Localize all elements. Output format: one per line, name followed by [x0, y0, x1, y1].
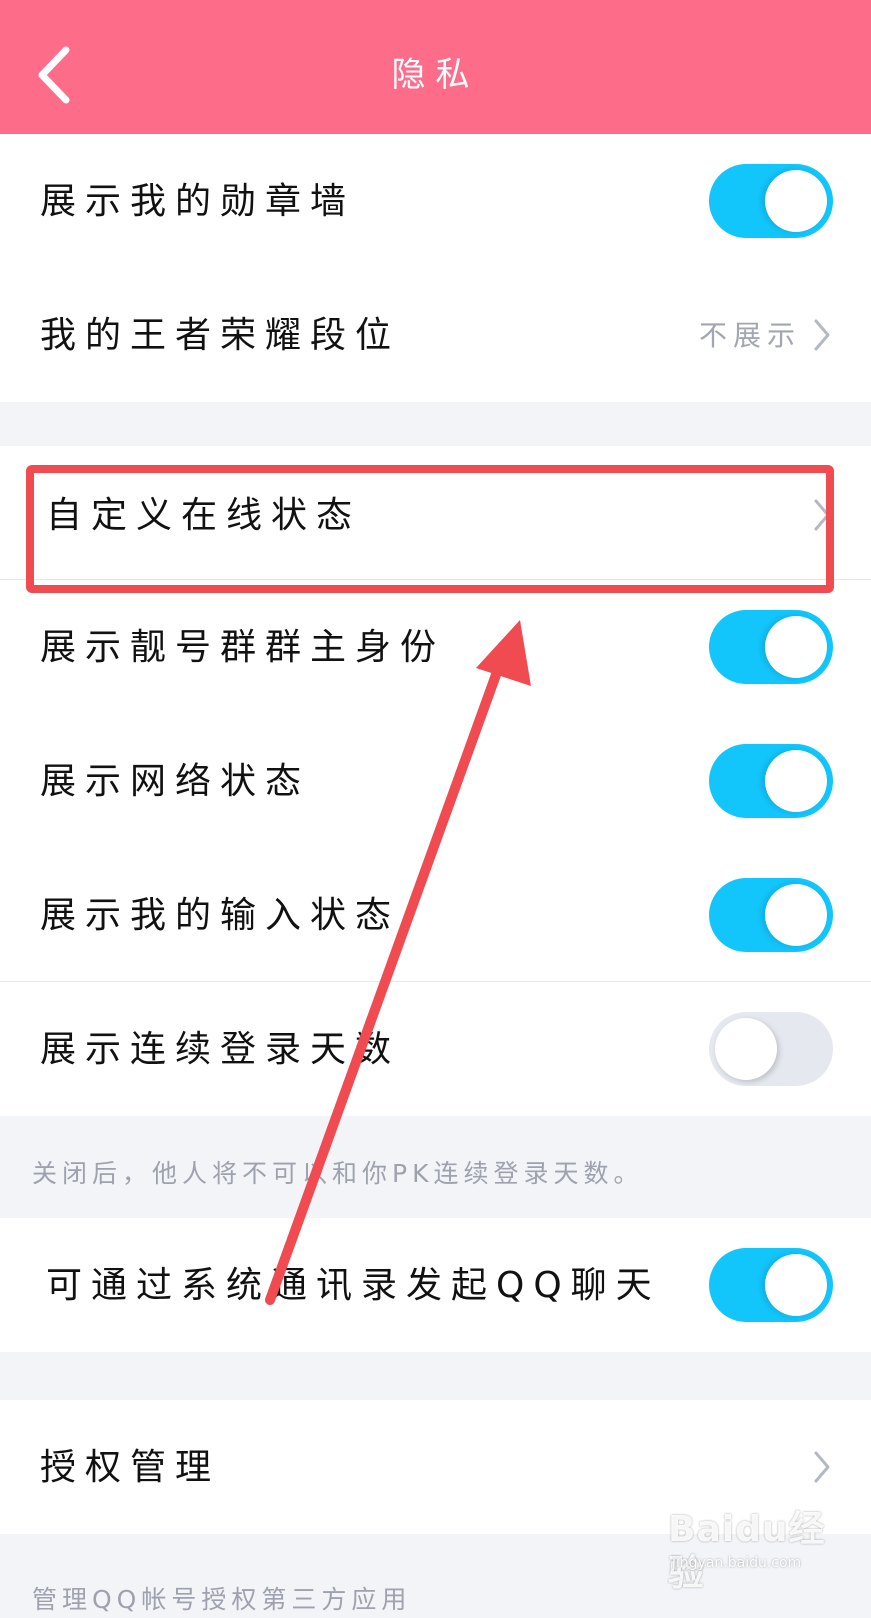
authorization-note: 管理QQ帐号授权第三方应用: [32, 1585, 412, 1614]
row-label: 展示我的输入状态: [40, 895, 401, 936]
row-system-contacts: 可通过系统通讯录发起QQ聊天: [0, 1218, 871, 1352]
network-status-toggle[interactable]: [709, 744, 833, 818]
group-owner-toggle[interactable]: [709, 610, 833, 684]
row-label: 展示网络状态: [40, 761, 311, 802]
login-days-toggle[interactable]: [709, 1012, 833, 1086]
row-label: 展示连续登录天数: [40, 1029, 401, 1070]
row-label: 可通过系统通讯录发起QQ聊天: [46, 1265, 661, 1306]
toggle-knob: [765, 884, 827, 946]
row-label: 展示靓号群群主身份: [40, 627, 446, 668]
row-label: 展示我的勋章墙: [40, 181, 356, 222]
badge-wall-toggle[interactable]: [709, 164, 833, 238]
highlight-box: [26, 465, 834, 593]
chevron-right-icon: [814, 1451, 830, 1483]
watermark-url: jingyan.baidu.com: [672, 1555, 802, 1571]
toggle-knob: [765, 170, 827, 232]
watermark-brand: Baidu经验: [668, 1509, 826, 1594]
row-honor-rank[interactable]: 我的王者荣耀段位 不展示: [0, 268, 871, 402]
toggle-knob: [765, 750, 827, 812]
row-badge-wall: 展示我的勋章墙: [0, 134, 871, 268]
chevron-right-icon: [814, 319, 830, 351]
top-bar: 隐私: [0, 0, 871, 134]
system-contacts-toggle[interactable]: [709, 1248, 833, 1322]
toggle-knob: [715, 1018, 777, 1080]
row-login-days: 展示连续登录天数: [0, 982, 871, 1116]
input-status-toggle[interactable]: [709, 878, 833, 952]
row-input-status: 展示我的输入状态: [0, 848, 871, 982]
row-group-owner: 展示靓号群群主身份: [0, 580, 871, 714]
page-title: 隐私: [391, 55, 480, 95]
settings-group-contacts: 可通过系统通讯录发起QQ聊天: [0, 1218, 871, 1352]
row-network-status: 展示网络状态: [0, 714, 871, 848]
baidu-watermark: Baidu经验 jingyan.baidu.com: [668, 1508, 858, 1594]
toggle-knob: [765, 616, 827, 678]
settings-group-profile: 展示我的勋章墙 我的王者荣耀段位 不展示: [0, 134, 871, 402]
login-days-note: 关闭后，他人将不可以和你PK连续登录天数。: [32, 1159, 644, 1188]
row-label: 我的王者荣耀段位: [40, 315, 401, 356]
honor-rank-value: 不展示: [698, 319, 801, 352]
toggle-knob: [765, 1254, 827, 1316]
row-label: 授权管理: [40, 1447, 221, 1488]
